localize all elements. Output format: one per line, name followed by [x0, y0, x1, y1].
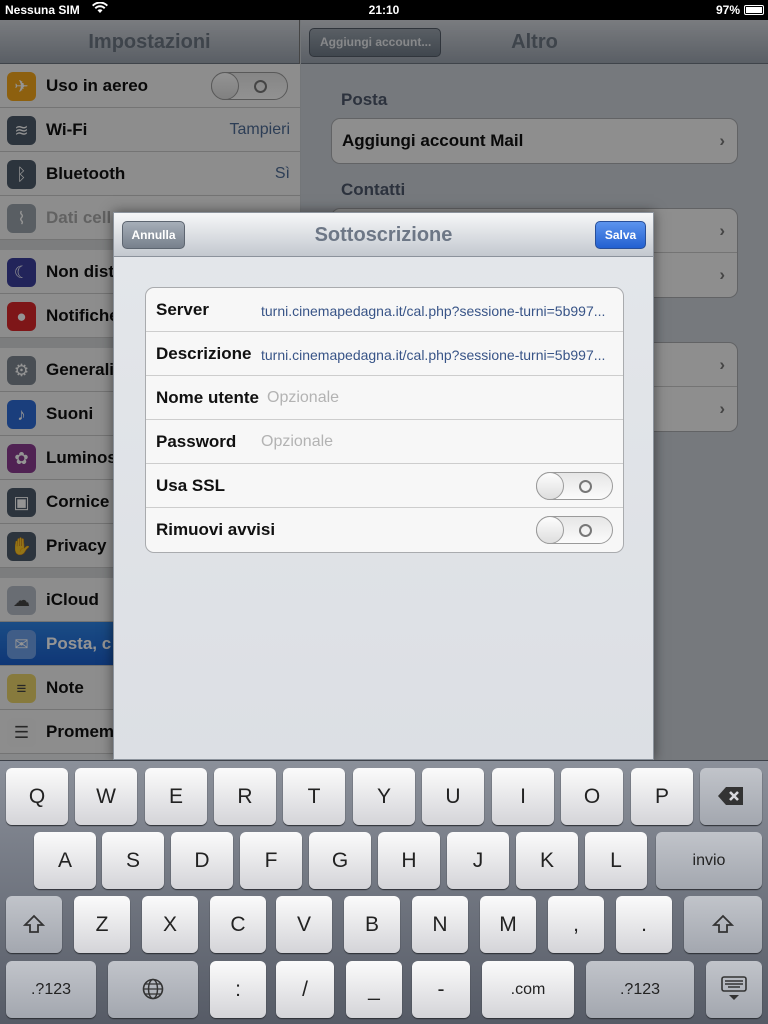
- server-row[interactable]: Server turni.cinemapedagna.it/cal.php?se…: [146, 288, 623, 332]
- key[interactable]: W: [75, 768, 137, 825]
- key[interactable]: X: [142, 896, 198, 953]
- backspace-icon: [718, 787, 743, 805]
- key[interactable]: M: [480, 896, 536, 953]
- server-field[interactable]: turni.cinemapedagna.it/cal.php?sessione-…: [261, 303, 613, 319]
- key[interactable]: C: [210, 896, 266, 953]
- save-button[interactable]: Salva: [595, 221, 646, 249]
- key[interactable]: H: [378, 832, 440, 889]
- modal-title: Sottoscrizione: [314, 224, 453, 246]
- battery-icon: [744, 5, 764, 15]
- shift-icon: [22, 914, 46, 933]
- key[interactable]: G: [309, 832, 371, 889]
- shift-icon: [711, 914, 735, 933]
- ssl-row: Usa SSL: [146, 464, 623, 508]
- battery-percent: 97%: [715, 3, 740, 17]
- username-label: Nome utente: [156, 388, 259, 407]
- status-bar: Nessuna SIM 21:10 97%: [0, 0, 768, 20]
- globe-icon: [142, 978, 164, 1000]
- key[interactable]: E: [145, 768, 207, 825]
- key[interactable]: -: [412, 961, 470, 1018]
- globe-key[interactable]: [108, 961, 198, 1018]
- off-indicator-icon: [579, 524, 592, 537]
- ssl-toggle[interactable]: [536, 472, 613, 500]
- key[interactable]: .com: [482, 961, 574, 1018]
- key[interactable]: D: [171, 832, 233, 889]
- key[interactable]: A: [34, 832, 96, 889]
- subscription-modal: Sottoscrizione Annulla Salva Server turn…: [113, 212, 654, 760]
- onscreen-keyboard: QWERTYUIOP ASDFGHJKL invio ZXCVBNM,. .?1…: [0, 760, 768, 1024]
- key[interactable]: N: [412, 896, 468, 953]
- password-row[interactable]: Password Opzionale: [146, 420, 623, 464]
- key[interactable]: .: [616, 896, 672, 953]
- server-label: Server: [156, 300, 209, 319]
- key[interactable]: B: [344, 896, 400, 953]
- key[interactable]: Q: [6, 768, 68, 825]
- cancel-button[interactable]: Annulla: [122, 221, 185, 249]
- key[interactable]: V: [276, 896, 332, 953]
- username-field[interactable]: Opzionale: [267, 389, 339, 407]
- password-label: Password: [156, 432, 237, 451]
- key[interactable]: J: [447, 832, 509, 889]
- key[interactable]: Z: [74, 896, 130, 953]
- remove-alerts-row: Rimuovi avvisi: [146, 508, 623, 552]
- key[interactable]: F: [240, 832, 302, 889]
- key[interactable]: O: [561, 768, 623, 825]
- key[interactable]: _: [346, 961, 402, 1018]
- key[interactable]: R: [214, 768, 276, 825]
- key[interactable]: T: [283, 768, 345, 825]
- key[interactable]: L: [585, 832, 647, 889]
- key[interactable]: Y: [353, 768, 415, 825]
- modal-body: Server turni.cinemapedagna.it/cal.php?se…: [114, 257, 653, 759]
- key[interactable]: P: [631, 768, 693, 825]
- numbers-key-right[interactable]: .?123: [586, 961, 694, 1018]
- return-key[interactable]: invio: [656, 832, 762, 889]
- shift-key-right[interactable]: [684, 896, 762, 953]
- description-row[interactable]: Descrizione turni.cinemapedagna.it/cal.p…: [146, 332, 623, 376]
- subscription-form: Server turni.cinemapedagna.it/cal.php?se…: [145, 287, 624, 553]
- username-row[interactable]: Nome utente Opzionale: [146, 376, 623, 420]
- key[interactable]: :: [210, 961, 266, 1018]
- key[interactable]: S: [102, 832, 164, 889]
- description-field[interactable]: turni.cinemapedagna.it/cal.php?sessione-…: [261, 347, 613, 363]
- key[interactable]: U: [422, 768, 484, 825]
- remove-alerts-label: Rimuovi avvisi: [156, 520, 276, 539]
- remove-alerts-toggle[interactable]: [536, 516, 613, 544]
- key[interactable]: I: [492, 768, 554, 825]
- numbers-key-left[interactable]: .?123: [6, 961, 96, 1018]
- toggle-knob: [536, 472, 564, 500]
- key[interactable]: K: [516, 832, 578, 889]
- toggle-knob: [536, 516, 564, 544]
- shift-key-left[interactable]: [6, 896, 62, 953]
- dismiss-keyboard-key[interactable]: [706, 961, 762, 1018]
- ssl-label: Usa SSL: [156, 476, 225, 495]
- keyboard-dismiss-icon: [721, 976, 747, 1000]
- off-indicator-icon: [579, 480, 592, 493]
- modal-navbar: Sottoscrizione Annulla Salva: [114, 213, 653, 257]
- password-field[interactable]: Opzionale: [261, 433, 333, 451]
- clock: 21:10: [368, 3, 400, 17]
- description-label: Descrizione: [156, 344, 252, 363]
- backspace-key[interactable]: [700, 768, 762, 825]
- key[interactable]: /: [276, 961, 334, 1018]
- key[interactable]: ,: [548, 896, 604, 953]
